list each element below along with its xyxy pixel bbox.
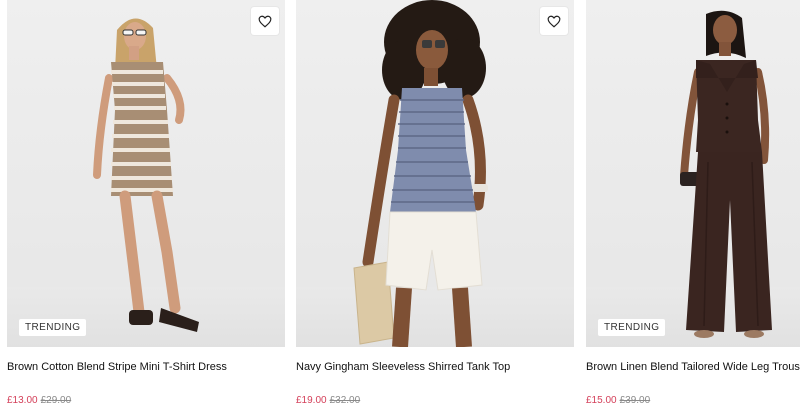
original-price: £32.00	[329, 395, 361, 406]
wishlist-button[interactable]	[251, 7, 279, 35]
product-card[interactable]: TRENDING Brown Cotton Blend Stripe Mini …	[7, 0, 285, 406]
model-photo-stripe-dress	[93, 18, 199, 332]
product-price: £13.00 £29.00	[7, 395, 71, 406]
product-price: £15.00 £39.00	[586, 395, 650, 406]
sale-price: £13.00	[7, 395, 38, 406]
product-image[interactable]: TRENDING	[586, 0, 800, 347]
product-image[interactable]: TRENDING	[7, 0, 285, 347]
wishlist-button[interactable]	[540, 7, 568, 35]
product-name[interactable]: Brown Cotton Blend Stripe Mini T-Shirt D…	[7, 360, 285, 374]
heart-outline-icon	[547, 15, 561, 28]
product-card[interactable]: TRENDING Brown Linen Blend Tailored Wide…	[586, 0, 800, 406]
sale-price: £15.00	[586, 395, 617, 406]
original-price: £39.00	[619, 395, 651, 406]
original-price: £29.00	[40, 395, 72, 406]
heart-outline-icon	[258, 15, 272, 28]
model-photo-gingham-top	[353, 0, 488, 347]
product-price: £19.00 £32.00	[296, 395, 360, 406]
sale-price: £19.00	[296, 395, 327, 406]
trending-badge: TRENDING	[19, 319, 87, 336]
product-card[interactable]: Navy Gingham Sleeveless Shirred Tank Top…	[296, 0, 574, 406]
product-name[interactable]: Brown Linen Blend Tailored Wide Leg Trou…	[586, 360, 800, 374]
product-image[interactable]	[296, 0, 574, 347]
model-photo-linen-trousers	[680, 10, 772, 338]
product-name[interactable]: Navy Gingham Sleeveless Shirred Tank Top	[296, 360, 574, 374]
trending-badge: TRENDING	[598, 319, 666, 336]
